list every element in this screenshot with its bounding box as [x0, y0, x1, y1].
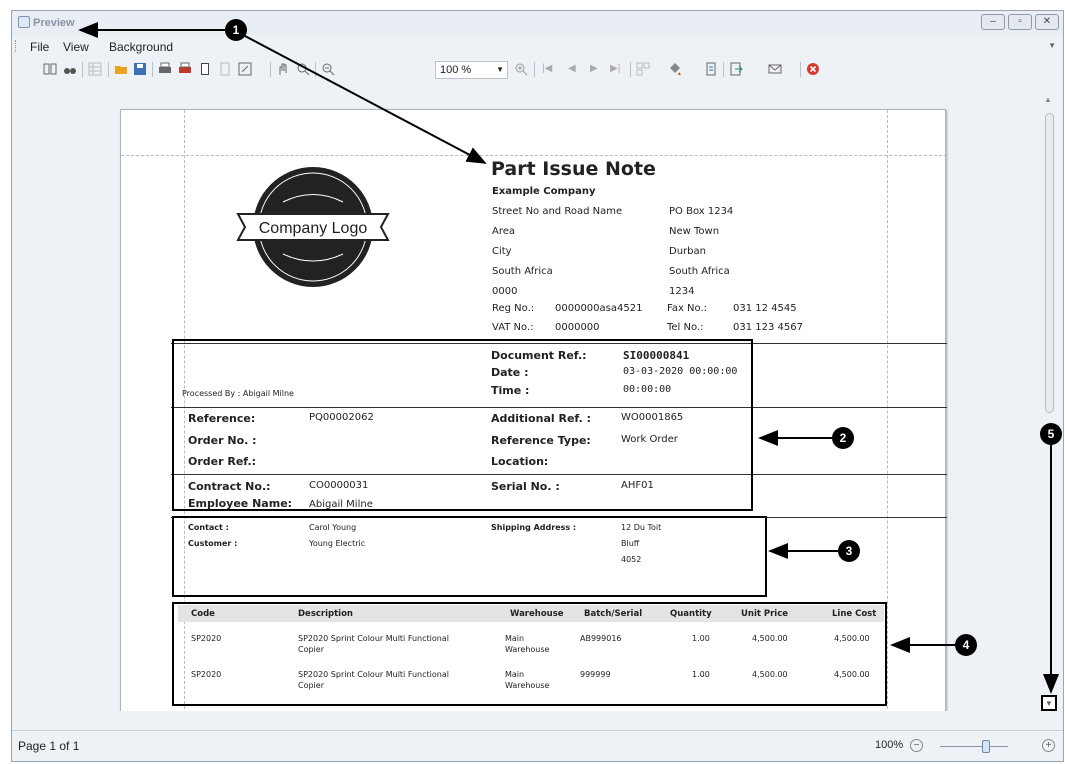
zoom-value: 100 %: [440, 64, 472, 76]
zoom-select[interactable]: 100 % ▼: [435, 61, 508, 79]
page-indicator: Page 1 of 1: [18, 739, 80, 753]
company-logo: Company Logo: [236, 167, 390, 287]
callout-frame-items: [172, 602, 887, 706]
callout-frame-customer: [172, 516, 767, 597]
report-title: Part Issue Note: [491, 158, 656, 180]
postal-line-5: 1234: [669, 286, 695, 297]
vertical-scrollbar[interactable]: ▲ ▼: [1037, 93, 1061, 711]
background-color-icon[interactable]: [668, 62, 682, 76]
callout-3: 3: [838, 540, 860, 562]
fax-no-value: 031 12 4545: [733, 303, 797, 314]
print-icon[interactable]: [158, 62, 172, 76]
address-line-5: 0000: [492, 286, 518, 297]
window-title: Preview: [18, 16, 75, 29]
scroll-down-button[interactable]: ▼: [1041, 695, 1057, 711]
previous-page-icon[interactable]: ◀: [568, 63, 576, 74]
callout-5: 5: [1040, 423, 1062, 445]
callout-2: 2: [832, 427, 854, 449]
close-button[interactable]: ✕: [1035, 14, 1059, 30]
zoom-slider[interactable]: [940, 740, 1008, 753]
quick-print-icon[interactable]: [178, 62, 192, 76]
chevron-down-icon: ▼: [496, 65, 504, 74]
export-icon[interactable]: [729, 62, 743, 76]
save-icon[interactable]: [133, 62, 147, 76]
horizontal-scrollbar[interactable]: [12, 711, 1037, 727]
zoom-level: 100%: [875, 739, 904, 751]
callout-frame-header: [172, 339, 753, 511]
document-map-icon[interactable]: [43, 62, 57, 76]
next-page-icon[interactable]: ▶: [590, 63, 598, 74]
postal-line-3: Durban: [669, 246, 706, 257]
callout-1: 1: [225, 19, 247, 41]
menu-overflow-icon[interactable]: ▼: [1048, 41, 1056, 50]
postal-line-2: New Town: [669, 226, 720, 237]
close-preview-icon[interactable]: [806, 62, 820, 76]
header-footer-icon[interactable]: [218, 62, 232, 76]
menu-bar: File View Background ▼: [12, 37, 1063, 55]
email-icon[interactable]: [768, 62, 782, 76]
address-line-1: Street No and Road Name: [492, 206, 623, 217]
last-page-icon[interactable]: ▶|: [610, 63, 620, 74]
menu-file[interactable]: File: [30, 40, 49, 54]
menu-view[interactable]: View: [63, 40, 89, 54]
callout-4: 4: [955, 634, 977, 656]
first-page-icon[interactable]: |◀: [542, 63, 552, 74]
find-icon[interactable]: [63, 62, 77, 76]
open-icon[interactable]: [114, 62, 128, 76]
scale-icon[interactable]: [238, 62, 252, 76]
address-line-4: South Africa: [492, 266, 553, 277]
scroll-thumb[interactable]: [1045, 113, 1054, 413]
zoom-in-button[interactable]: +: [1042, 739, 1055, 752]
reg-no-label: Reg No.:: [492, 303, 535, 314]
address-line-3: City: [492, 246, 512, 257]
watermark-icon[interactable]: [704, 62, 718, 76]
zoom-out-icon[interactable]: [321, 62, 335, 76]
thumbnails-icon[interactable]: [88, 62, 102, 76]
vat-no-label: VAT No.:: [492, 322, 534, 333]
company-name: Example Company: [492, 186, 596, 197]
magnifier-icon[interactable]: [296, 62, 310, 76]
page-setup-icon[interactable]: [198, 62, 212, 76]
zoom-out-button[interactable]: −: [910, 739, 923, 752]
scroll-up-icon[interactable]: ▲: [1044, 95, 1052, 104]
toolbar: 100 % ▼ |◀ ◀ ▶ ▶|: [12, 59, 1063, 81]
vat-no-value: 0000000: [555, 322, 600, 333]
preview-icon: [18, 16, 30, 28]
zoom-in-icon[interactable]: [514, 62, 528, 76]
maximize-button[interactable]: ▫: [1008, 14, 1032, 30]
menu-background[interactable]: Background: [109, 40, 173, 54]
reg-no-value: 0000000asa4521: [555, 303, 643, 314]
tel-no-value: 031 123 4567: [733, 322, 803, 333]
menu-grip-icon: [15, 40, 18, 52]
window-title-text: Preview: [33, 17, 75, 29]
logo-text: Company Logo: [259, 220, 368, 237]
zoom-slider-knob[interactable]: [982, 740, 990, 753]
minimize-button[interactable]: –: [981, 14, 1005, 30]
postal-line-1: PO Box 1234: [669, 206, 734, 217]
postal-line-4: South Africa: [669, 266, 730, 277]
hand-tool-icon[interactable]: [276, 62, 290, 76]
address-line-2: Area: [492, 226, 516, 237]
tel-no-label: Tel No.:: [667, 322, 704, 333]
multiple-pages-icon[interactable]: [636, 62, 650, 76]
status-bar: Page 1 of 1 100% − +: [12, 730, 1063, 761]
fax-no-label: Fax No.:: [667, 303, 708, 314]
title-bar: Preview – ▫ ✕: [12, 11, 1063, 35]
